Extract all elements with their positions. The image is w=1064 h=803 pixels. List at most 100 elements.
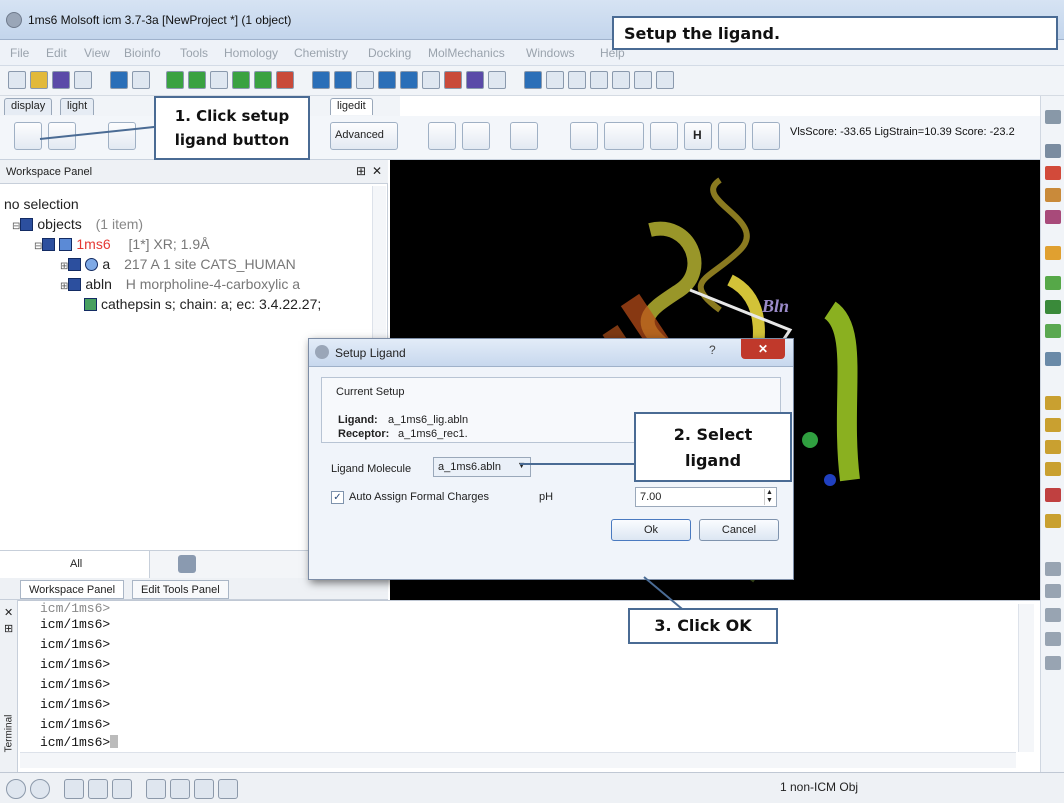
ph-input[interactable]: 7.00 ▲ ▼ bbox=[635, 487, 777, 507]
gear-icon[interactable] bbox=[1045, 110, 1061, 124]
target-button[interactable] bbox=[510, 122, 538, 150]
tab-edit-tools-panel[interactable]: Edit Tools Panel bbox=[132, 580, 229, 599]
terminal-prompt[interactable]: icm/1ms6> bbox=[40, 735, 119, 750]
stop-icon[interactable] bbox=[6, 779, 26, 799]
menu-file[interactable]: File bbox=[10, 46, 29, 60]
sort-icon[interactable] bbox=[1045, 584, 1061, 598]
edit-button[interactable] bbox=[108, 122, 136, 150]
menu-bioinfo[interactable]: Bioinfo bbox=[124, 46, 161, 60]
ok-button[interactable]: Ok bbox=[611, 519, 691, 541]
delete-icon[interactable] bbox=[276, 71, 294, 89]
fragment2-icon[interactable] bbox=[254, 71, 272, 89]
tree-chain-a[interactable]: ⊞ a 217 A 1 site CATS_HUMAN bbox=[60, 256, 296, 272]
ligand-molecule-select[interactable]: a_1ms6.abln ▼ bbox=[433, 457, 531, 477]
menu-docking[interactable]: Docking bbox=[368, 46, 411, 60]
grab-icon[interactable] bbox=[1045, 656, 1061, 670]
r-icon[interactable] bbox=[210, 71, 228, 89]
measure1-icon[interactable] bbox=[1045, 396, 1061, 410]
auto-assign-checkbox[interactable]: ✓ bbox=[331, 491, 344, 504]
bar4-icon[interactable] bbox=[590, 71, 608, 89]
close-icon[interactable]: ✕ bbox=[4, 606, 13, 619]
table-icon[interactable] bbox=[110, 71, 128, 89]
bar5-icon[interactable] bbox=[612, 71, 630, 89]
tab-ligedit[interactable]: ligedit bbox=[330, 98, 373, 115]
grid-icon[interactable] bbox=[378, 71, 396, 89]
tab-display[interactable]: display bbox=[4, 98, 53, 115]
record-icon[interactable] bbox=[30, 779, 50, 799]
tree-molecule[interactable]: ⊟ 1ms6 [1*] XR; 1.9Å bbox=[34, 236, 209, 252]
layout2-icon[interactable] bbox=[88, 779, 108, 799]
menu-chemistry[interactable]: Chemistry bbox=[294, 46, 348, 60]
float-icon[interactable]: ⊞ bbox=[4, 622, 13, 635]
sphere-icon[interactable] bbox=[444, 71, 462, 89]
text-icon[interactable] bbox=[422, 71, 440, 89]
camera-icon[interactable] bbox=[170, 779, 190, 799]
menu-view[interactable]: View bbox=[84, 46, 110, 60]
redo-button[interactable] bbox=[462, 122, 490, 150]
grid-small-icon[interactable] bbox=[1045, 324, 1061, 338]
spinner-icon[interactable]: ▲ ▼ bbox=[764, 489, 774, 505]
tools-icon[interactable] bbox=[218, 779, 238, 799]
open-icon[interactable] bbox=[30, 71, 48, 89]
menu-windows[interactable]: Windows bbox=[526, 46, 575, 60]
bond-icon[interactable] bbox=[1045, 562, 1061, 576]
charge-button[interactable] bbox=[570, 122, 598, 150]
lock-icon[interactable] bbox=[1045, 514, 1061, 528]
terminal-vscroll[interactable] bbox=[1018, 604, 1034, 752]
split-icon[interactable] bbox=[1045, 632, 1061, 646]
pin-icon[interactable] bbox=[1045, 488, 1061, 502]
fragment-icon[interactable] bbox=[232, 71, 250, 89]
molecule-icon[interactable] bbox=[188, 71, 206, 89]
tab-all[interactable]: All bbox=[70, 558, 82, 570]
menu-tools[interactable]: Tools bbox=[180, 46, 208, 60]
flip-button[interactable] bbox=[718, 122, 746, 150]
bar3-icon[interactable] bbox=[568, 71, 586, 89]
sequence-icon[interactable] bbox=[334, 71, 352, 89]
help-button[interactable]: ? bbox=[709, 343, 716, 357]
new-icon[interactable] bbox=[8, 71, 26, 89]
bar7-icon[interactable] bbox=[656, 71, 674, 89]
tree-description[interactable]: cathepsin s; chain: a; ec: 3.4.22.27; bbox=[84, 296, 321, 312]
save-icon[interactable] bbox=[52, 71, 70, 89]
tree-ligand[interactable]: ⊞ abln H morpholine-4-carboxylic a bbox=[60, 276, 300, 292]
rotate-view-icon[interactable] bbox=[146, 779, 166, 799]
close-icon[interactable]: ✕ bbox=[372, 164, 382, 178]
hand-icon[interactable] bbox=[1045, 246, 1061, 260]
glasses-icon[interactable] bbox=[356, 71, 374, 89]
menu-homology[interactable]: Homology bbox=[224, 46, 278, 60]
tool-icon[interactable] bbox=[488, 71, 506, 89]
tab-workspace-panel[interactable]: Workspace Panel bbox=[20, 580, 125, 599]
hydrogen-button[interactable]: H bbox=[684, 122, 712, 150]
movie-icon[interactable] bbox=[194, 779, 214, 799]
molecule-filter-icon[interactable] bbox=[178, 555, 196, 573]
label-icon[interactable] bbox=[1045, 352, 1061, 366]
select-icon[interactable] bbox=[1045, 210, 1061, 224]
rotate-icon[interactable] bbox=[1045, 144, 1061, 158]
tab-light[interactable]: light bbox=[60, 98, 95, 115]
window-icon[interactable] bbox=[400, 71, 418, 89]
menu-edit[interactable]: Edit bbox=[46, 46, 67, 60]
move-icon[interactable] bbox=[1045, 166, 1061, 180]
measure4-icon[interactable] bbox=[1045, 462, 1061, 476]
advanced-button[interactable]: Advanced bbox=[330, 122, 398, 150]
refresh-button[interactable] bbox=[752, 122, 780, 150]
menu-molmechanics[interactable]: MolMechanics bbox=[428, 46, 505, 60]
bar2-icon[interactable] bbox=[546, 71, 564, 89]
ball-icon[interactable] bbox=[466, 71, 484, 89]
ring-button[interactable] bbox=[650, 122, 678, 150]
undo-button[interactable] bbox=[428, 122, 456, 150]
settings-icon[interactable] bbox=[74, 71, 92, 89]
shape-icon[interactable] bbox=[1045, 300, 1061, 314]
zoom-icon[interactable] bbox=[1045, 188, 1061, 202]
tree-objects[interactable]: ⊟ objects (1 item) bbox=[12, 216, 143, 232]
search-icon[interactable] bbox=[132, 71, 150, 89]
pdb-icon[interactable] bbox=[312, 71, 330, 89]
bar1-icon[interactable] bbox=[524, 71, 542, 89]
terminal-panel[interactable]: icm/1ms6> icm/1ms6> icm/1ms6> icm/1ms6> … bbox=[0, 600, 1040, 772]
dialog-close-button[interactable]: ✕ bbox=[741, 339, 785, 359]
cancel-button[interactable]: Cancel bbox=[699, 519, 779, 541]
measure3-icon[interactable] bbox=[1045, 440, 1061, 454]
star-icon[interactable] bbox=[1045, 608, 1061, 622]
float-icon[interactable]: ⊞ bbox=[356, 164, 366, 178]
setup-ligand-button[interactable] bbox=[14, 122, 42, 150]
